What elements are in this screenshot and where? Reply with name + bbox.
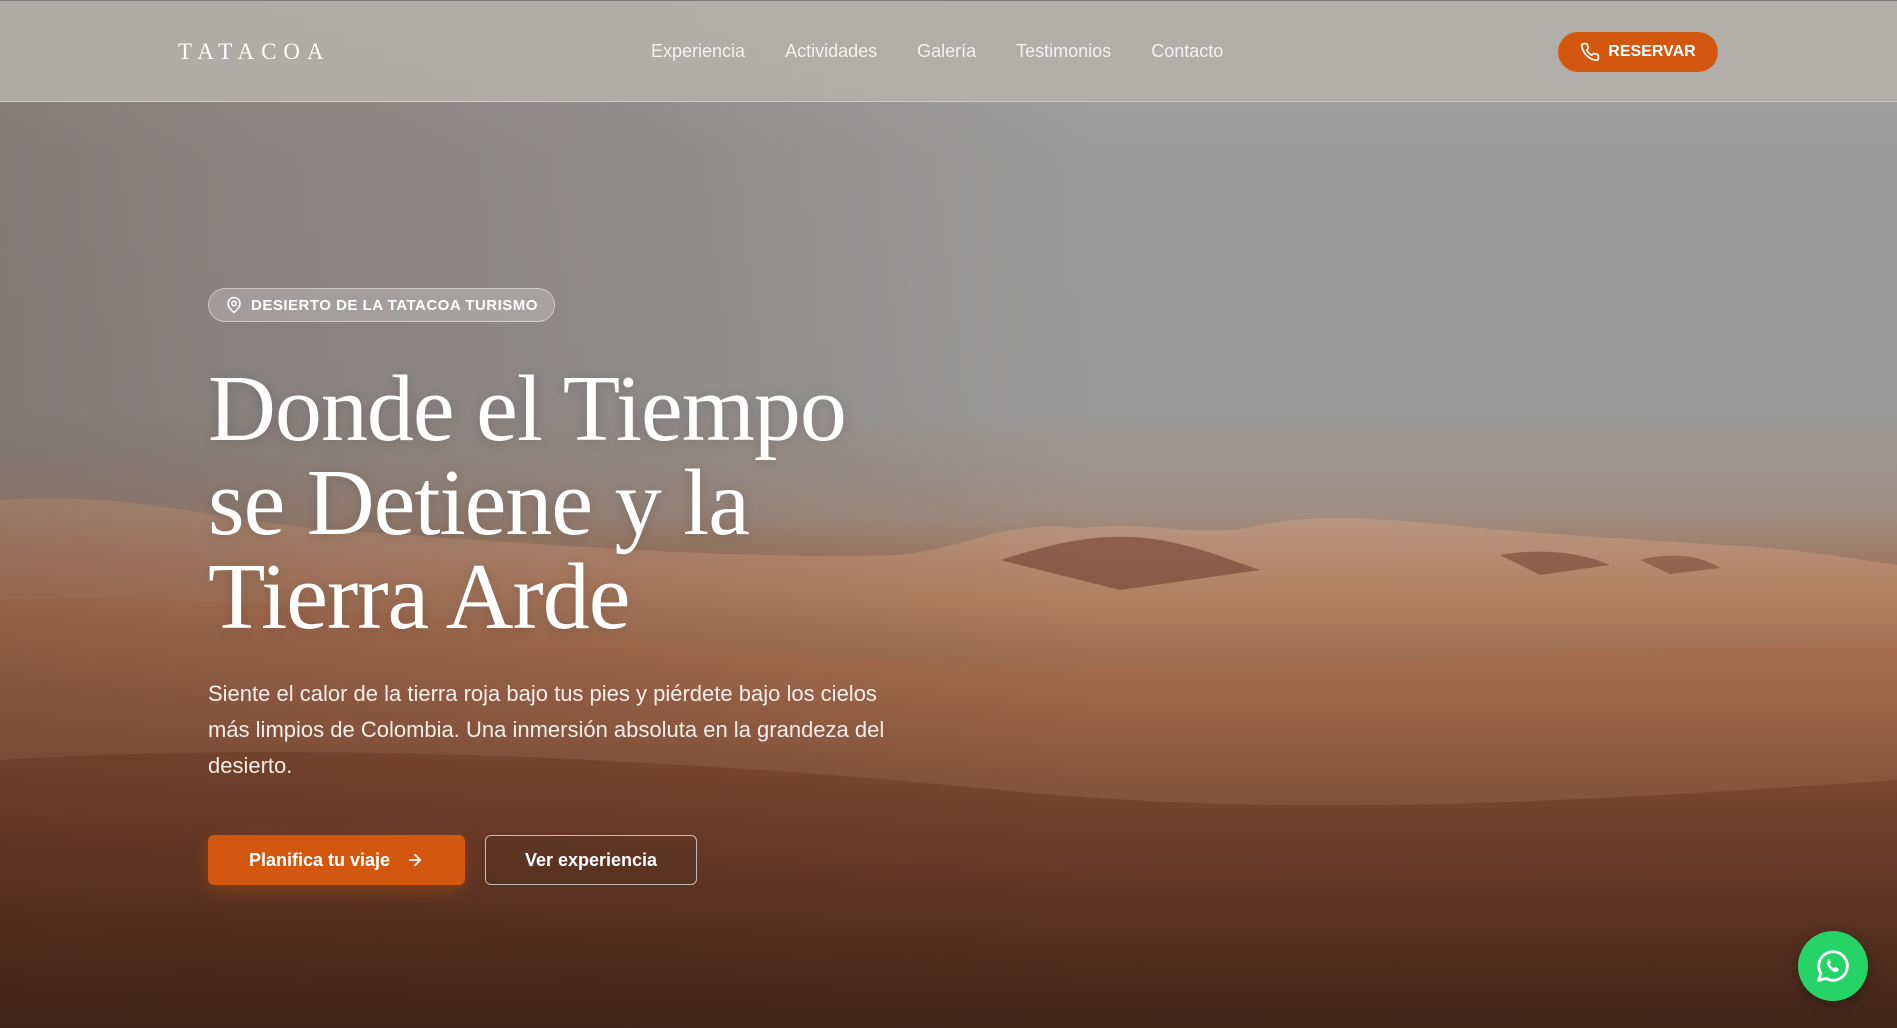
badge-label: DESIERTO DE LA TATACOA TURISMO — [251, 296, 538, 314]
phone-icon — [1581, 42, 1600, 62]
hero-title-line-1: Donde el Tiempo — [208, 357, 847, 461]
hero-description: Siente el calor de la tierra roja bajo t… — [208, 681, 885, 778]
site-logo[interactable]: TATACOA — [178, 39, 331, 65]
hero-title: Donde el Tiempo se Detiene y la Tierra A… — [208, 362, 928, 644]
plan-trip-button[interactable]: Planifica tu viaje — [208, 835, 465, 885]
hero-title-line-3: Tierra Arde — [208, 545, 631, 649]
map-pin-icon — [227, 296, 241, 314]
nav-link-contacto[interactable]: Contacto — [1151, 41, 1223, 62]
whatsapp-icon — [1817, 950, 1849, 982]
plan-trip-label: Planifica tu viaje — [248, 849, 391, 870]
nav-link-testimonios[interactable]: Testimonios — [1016, 41, 1111, 62]
view-experience-label: Ver experiencia — [524, 849, 658, 870]
location-badge: DESIERTO DE LA TATACOA TURISMO — [208, 288, 555, 322]
hero-title-line-2: se Detiene y la — [208, 451, 750, 555]
arrow-right-icon — [408, 853, 422, 867]
nav-link-experiencia[interactable]: Experiencia — [651, 41, 745, 62]
nav-link-galeria[interactable]: Galería — [917, 41, 976, 62]
site-header: TATACOA Experiencia Actividades Galería … — [0, 0, 1897, 102]
reserve-label: RESERVAR — [1608, 43, 1696, 60]
whatsapp-button[interactable] — [1798, 931, 1868, 1001]
landing-page: TATACOA Experiencia Actividades Galería … — [0, 0, 1897, 1028]
reserve-button[interactable]: RESERVAR — [1558, 32, 1718, 72]
nav-link-actividades[interactable]: Actividades — [785, 41, 877, 62]
main-nav: Experiencia Actividades Galería Testimon… — [651, 41, 1223, 62]
view-experience-button[interactable]: Ver experiencia — [485, 835, 697, 885]
